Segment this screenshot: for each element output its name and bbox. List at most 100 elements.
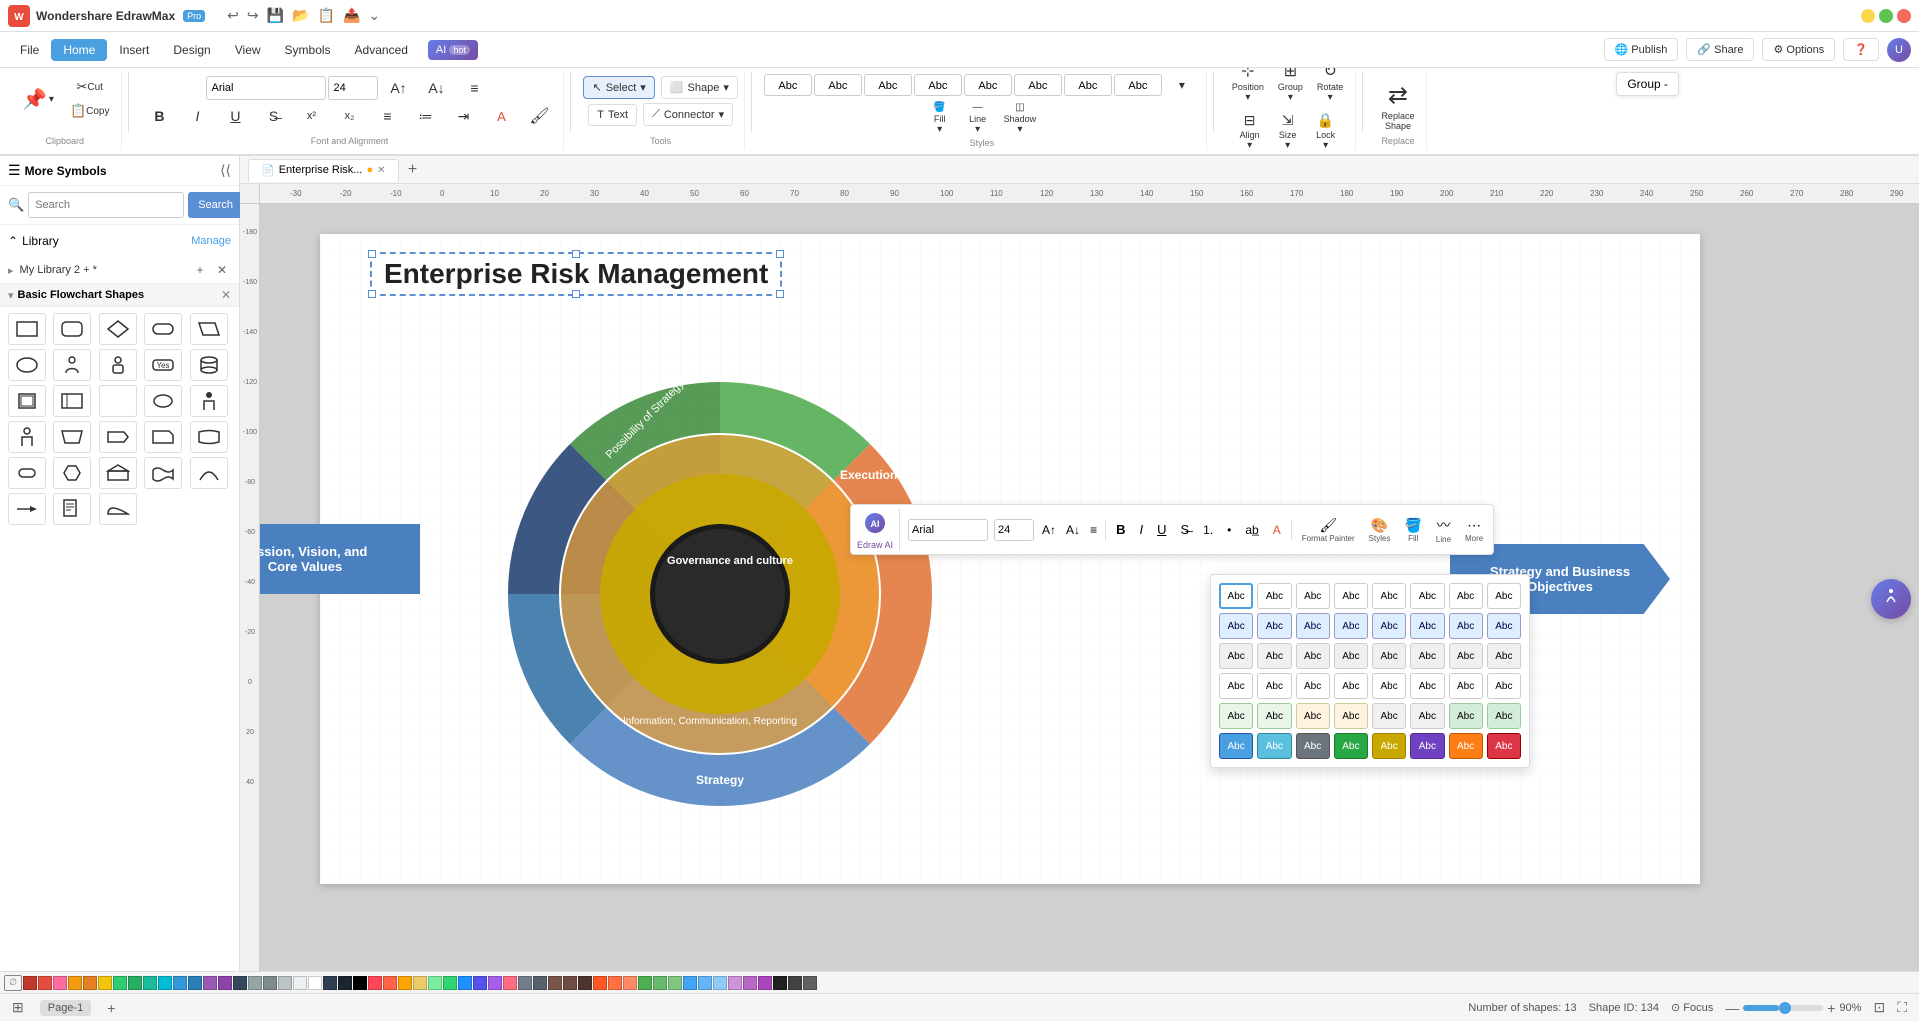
- sp-swatch[interactable]: Abc: [1487, 703, 1521, 729]
- sp-swatch[interactable]: Abc: [1219, 673, 1253, 699]
- color-red-dark[interactable]: [23, 976, 37, 990]
- color-pink[interactable]: [53, 976, 67, 990]
- zoom-handle[interactable]: [1779, 1002, 1791, 1014]
- fullscreen-btn[interactable]: ⛶: [1897, 999, 1907, 1016]
- sp-swatch-purple[interactable]: Abc: [1410, 733, 1444, 759]
- ft-bulleted-btn[interactable]: •: [1223, 521, 1235, 539]
- color-gray[interactable]: [248, 976, 262, 990]
- ft-increase-font[interactable]: A↑: [1040, 521, 1058, 539]
- replace-shape-button[interactable]: ⇄ ReplaceShape: [1375, 76, 1420, 136]
- sp-swatch-selected[interactable]: Abc: [1219, 583, 1253, 609]
- color-teal[interactable]: [143, 976, 157, 990]
- ft-decrease-font[interactable]: A↓: [1064, 521, 1082, 539]
- underline-btn[interactable]: U: [217, 105, 253, 127]
- shape-oval[interactable]: [8, 349, 46, 381]
- help-button[interactable]: ❓: [1843, 38, 1879, 61]
- sp-swatch[interactable]: Abc: [1372, 703, 1406, 729]
- color-silver[interactable]: [533, 976, 547, 990]
- shape-person-simple[interactable]: [190, 385, 228, 417]
- subscript-btn[interactable]: x₂: [331, 107, 367, 125]
- sp-swatch[interactable]: Abc: [1372, 643, 1406, 669]
- page-view-btn[interactable]: ⊞: [12, 999, 24, 1016]
- shape-arrow-rect[interactable]: [99, 421, 137, 453]
- menu-home[interactable]: Home: [51, 39, 107, 61]
- color-lighter-blue[interactable]: [698, 976, 712, 990]
- styles-btn[interactable]: 🎨 Styles: [1365, 515, 1395, 545]
- sp-swatch[interactable]: Abc: [1449, 643, 1483, 669]
- color-purple[interactable]: [203, 976, 217, 990]
- export-button[interactable]: 📤: [341, 5, 362, 26]
- sp-swatch[interactable]: Abc: [1334, 583, 1368, 609]
- menu-file[interactable]: File: [8, 39, 51, 61]
- color-gray-dark[interactable]: [263, 976, 277, 990]
- size-button[interactable]: ⇲ Size ▾: [1270, 109, 1306, 154]
- more-btn-ft[interactable]: ⋯ More: [1461, 515, 1487, 545]
- style-swatch-7[interactable]: Abc: [1064, 74, 1112, 96]
- decrease-font-btn[interactable]: A↓: [418, 77, 454, 99]
- ft-size-input[interactable]: [994, 519, 1034, 541]
- font-name-input[interactable]: [206, 76, 326, 100]
- color-violet[interactable]: [743, 976, 757, 990]
- line-button[interactable]: — Line ▾: [960, 99, 996, 138]
- position-button[interactable]: ⊹ Position ▾: [1226, 68, 1270, 106]
- indent-btn[interactable]: ⇥: [445, 105, 481, 128]
- color-blue[interactable]: [188, 976, 202, 990]
- shape-hexagon[interactable]: [53, 457, 91, 489]
- group-minus-button[interactable]: Group -: [1616, 72, 1679, 96]
- sp-swatch[interactable]: Abc: [1257, 613, 1291, 639]
- text-align-btn[interactable]: ≡: [369, 105, 405, 127]
- canvas-scroll[interactable]: Enterprise Risk Management: [260, 204, 1919, 993]
- color-pewter[interactable]: [518, 976, 532, 990]
- color-white[interactable]: [308, 976, 322, 990]
- style-swatch-3[interactable]: Abc: [864, 74, 912, 96]
- undo-button[interactable]: ↩: [225, 5, 241, 26]
- fill-btn[interactable]: 🪣 Fill: [1400, 515, 1425, 545]
- color-light-blue[interactable]: [683, 976, 697, 990]
- sp-swatch-red[interactable]: Abc: [1487, 733, 1521, 759]
- color-orange-dark[interactable]: [68, 976, 82, 990]
- rotate-button[interactable]: ↻ Rotate ▾: [1311, 68, 1350, 106]
- sp-swatch[interactable]: Abc: [1487, 583, 1521, 609]
- my-lib-add-icon[interactable]: +: [191, 261, 209, 279]
- color-yellow-light[interactable]: [413, 976, 427, 990]
- ft-font-input[interactable]: [908, 519, 988, 541]
- sp-swatch-gray[interactable]: Abc: [1296, 733, 1330, 759]
- manage-link[interactable]: Manage: [191, 235, 231, 247]
- sp-swatch-orange[interactable]: Abc: [1449, 733, 1483, 759]
- style-swatch-8[interactable]: Abc: [1114, 74, 1162, 96]
- italic-btn[interactable]: I: [179, 105, 215, 127]
- sp-swatch[interactable]: Abc: [1487, 673, 1521, 699]
- ai-panel-button[interactable]: [1871, 579, 1911, 619]
- color-blue-medium[interactable]: [173, 976, 187, 990]
- handle-bl[interactable]: [368, 290, 376, 298]
- sp-swatch[interactable]: Abc: [1257, 673, 1291, 699]
- ft-highlight-btn[interactable]: ab̲: [1241, 521, 1262, 539]
- shape-cylinder[interactable]: [190, 349, 228, 381]
- shape-corner-rect[interactable]: [144, 421, 182, 453]
- color-dodger-blue[interactable]: [458, 976, 472, 990]
- sp-swatch[interactable]: Abc: [1219, 643, 1253, 669]
- sp-swatch[interactable]: Abc: [1410, 673, 1444, 699]
- sp-swatch[interactable]: Abc: [1296, 703, 1330, 729]
- shape-person[interactable]: [53, 349, 91, 381]
- sp-swatch[interactable]: Abc: [1334, 613, 1368, 639]
- sidebar-collapse-btn[interactable]: ⟨⟨: [220, 162, 231, 179]
- ft-numbered-btn[interactable]: 1.: [1199, 521, 1217, 539]
- sp-swatch[interactable]: Abc: [1219, 703, 1253, 729]
- no-color-btn[interactable]: ∅: [4, 975, 22, 991]
- sp-swatch[interactable]: Abc: [1296, 643, 1330, 669]
- shape-diamond[interactable]: [99, 313, 137, 345]
- sp-swatch[interactable]: Abc: [1334, 673, 1368, 699]
- shape-doc[interactable]: [53, 493, 91, 525]
- color-darker[interactable]: [338, 976, 352, 990]
- close-button[interactable]: [1897, 9, 1911, 23]
- color-tomato[interactable]: [383, 976, 397, 990]
- sp-swatch[interactable]: Abc: [1410, 613, 1444, 639]
- edraw-ai-button[interactable]: AI: [861, 509, 889, 540]
- more-button[interactable]: ⌄: [366, 5, 382, 26]
- bold-btn[interactable]: B: [141, 105, 177, 127]
- increase-font-btn[interactable]: A↑: [380, 77, 416, 99]
- sp-swatch[interactable]: Abc: [1449, 583, 1483, 609]
- font-size-input[interactable]: [328, 76, 378, 100]
- superscript-btn[interactable]: x²: [293, 107, 329, 125]
